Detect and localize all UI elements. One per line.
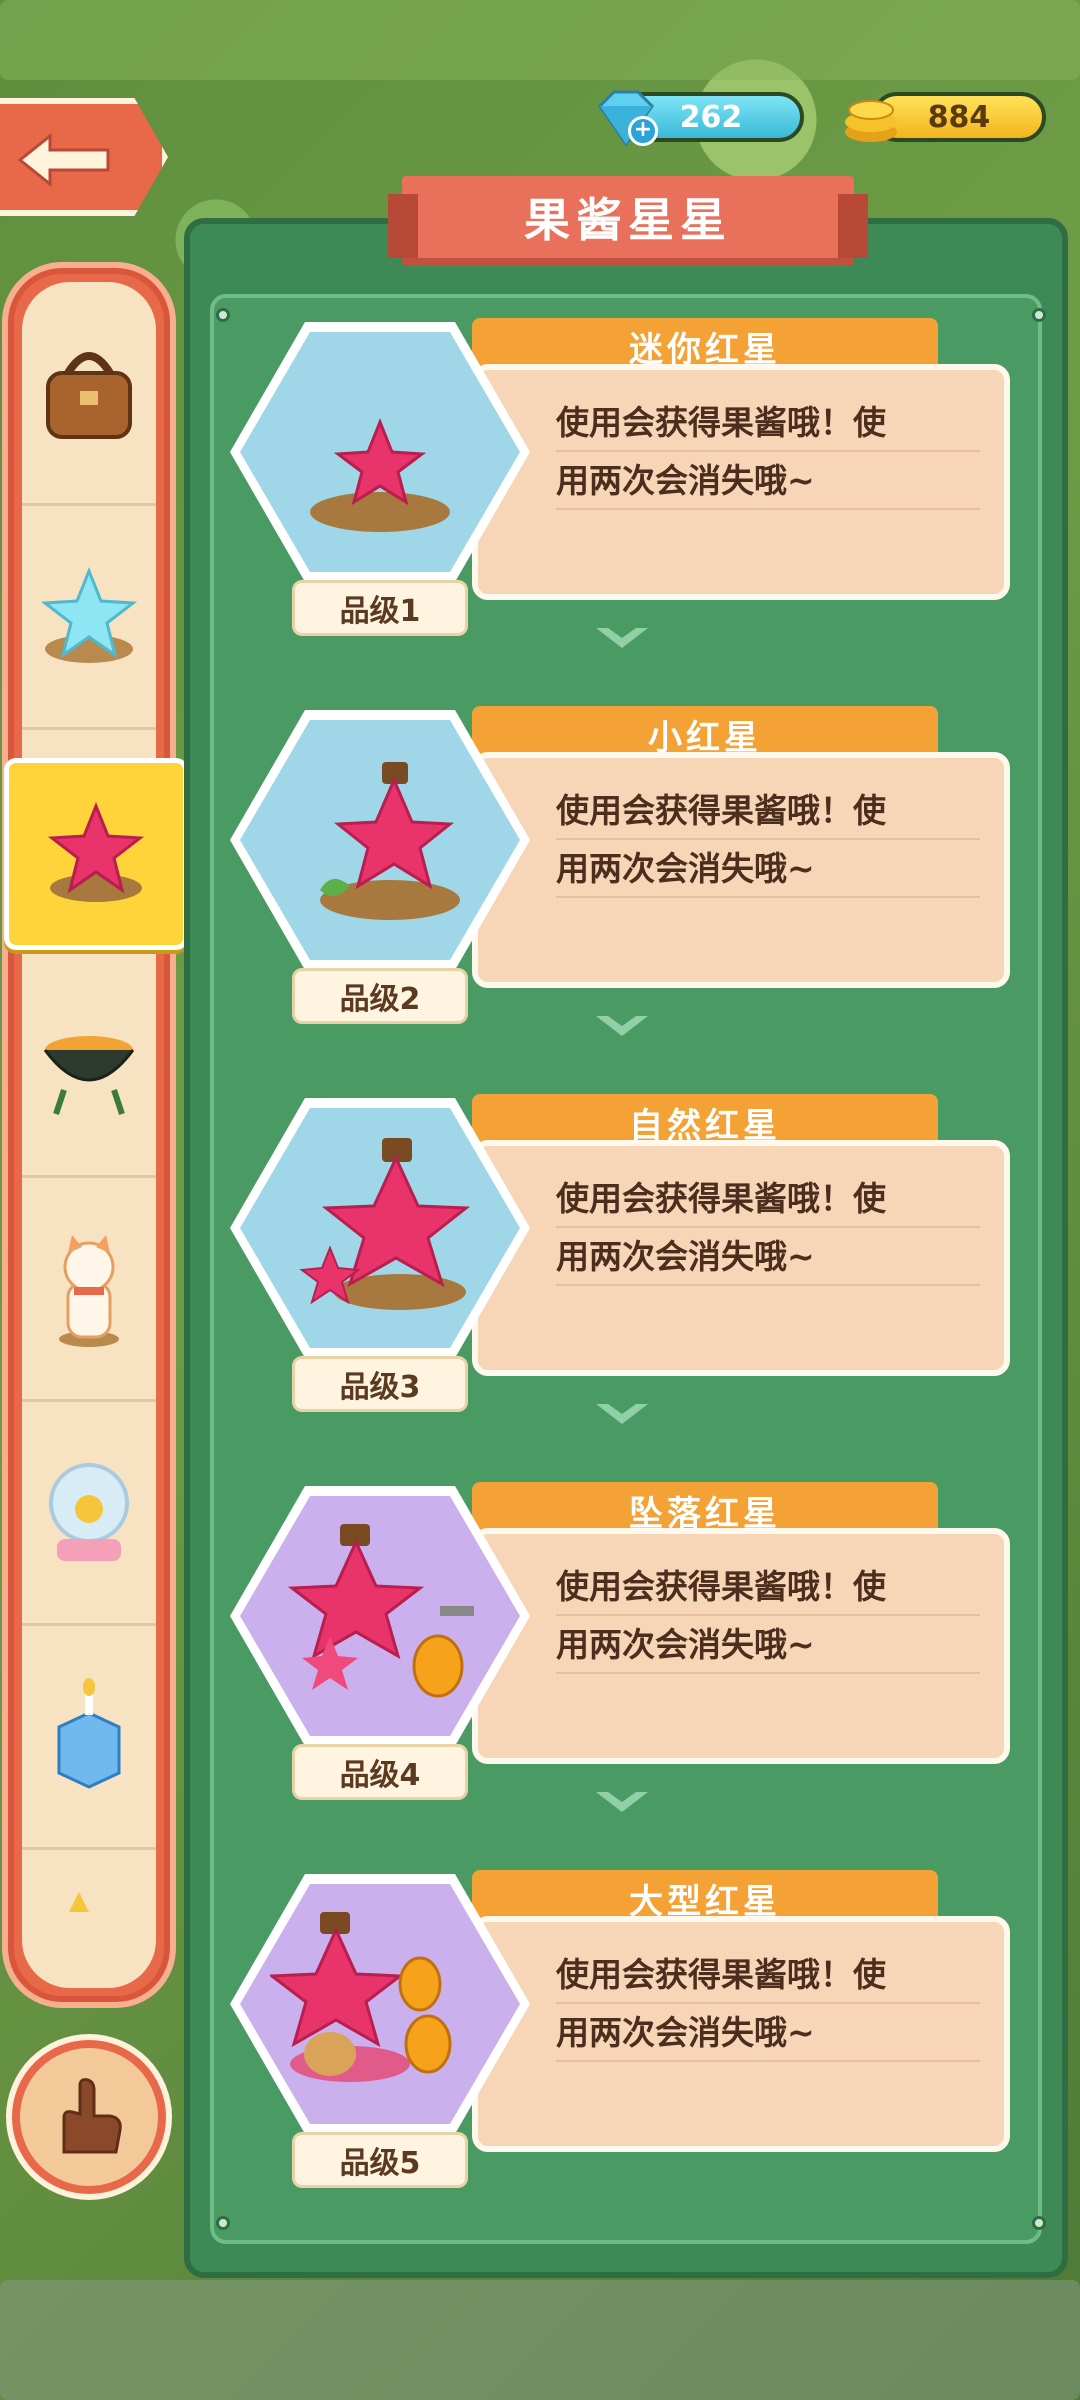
sidebar-item-bag[interactable] [22,282,156,506]
item-description: 使用会获得果酱哦！使 用两次会消失哦~ [472,752,1010,988]
page-title: 果酱星星 [388,176,868,258]
sidebar-item-partial[interactable] [22,1850,156,1988]
sidebar-item-blue-star[interactable] [22,506,156,730]
desc-line: 用两次会消失哦~ [556,849,815,888]
desc-line: 使用会获得果酱哦！使 [556,1179,886,1218]
cat-figure-icon [59,1234,119,1347]
partial-item-icon [69,1892,89,1912]
sidebar-list[interactable] [22,282,156,1988]
large-red-star-icon [270,1912,452,2082]
background-tile [0,0,1080,80]
item-description: 使用会获得果酱哦！使 用两次会消失哦~ [472,1140,1010,1376]
red-star-icon [47,801,145,902]
desc-line: 用两次会消失哦~ [556,2013,815,2052]
add-gems-button[interactable]: + [628,116,658,146]
snow-globe-icon [49,1462,129,1561]
chevron-down-icon [596,1404,648,1424]
arrow-left-icon [17,132,110,188]
bag-icon [46,351,132,439]
natural-red-star-icon [299,1138,471,1310]
falling-red-star-icon [287,1524,474,1698]
back-button[interactable] [0,98,168,216]
coin-stack-icon [845,100,897,142]
background-tile [0,2280,1080,2400]
level-badge: 品级1 [292,580,468,636]
panel-rivet [1032,308,1046,322]
item-card[interactable]: 大型红星 使用会获得果酱哦！使 用两次会消失哦~ 品级5 [222,1870,1012,2188]
sidebar-item-snow-globe[interactable] [22,1402,156,1626]
chevron-down-icon [596,1016,648,1036]
grill-icon [43,1035,135,1115]
level-badge: 品级5 [292,2132,468,2188]
small-red-star-icon [320,762,460,920]
level-badge: 品级4 [292,1744,468,1800]
item-card[interactable]: 自然红星 使用会获得果酱哦！使 用两次会消失哦~ 品级3 [222,1094,1012,1412]
item-card[interactable]: 坠落红星 使用会获得果酱哦！使 用两次会消失哦~ 品级4 [222,1482,1012,1800]
sidebar-item-grill[interactable] [22,954,156,1178]
desc-line: 使用会获得果酱哦！使 [556,791,886,830]
chevron-down-icon [596,1792,648,1812]
desc-line: 使用会获得果酱哦！使 [556,403,886,442]
category-sidebar [2,262,176,2008]
chevron-down-icon [596,628,648,648]
sidebar-item-cat[interactable] [22,1178,156,1402]
sidebar-item-red-star[interactable] [4,758,188,950]
desc-line: 使用会获得果酱哦！使 [556,1955,886,1994]
desc-line: 使用会获得果酱哦！使 [556,1567,886,1606]
panel-rivet [1032,2216,1046,2230]
blue-star-icon [40,566,138,663]
panel-rivet [216,2216,230,2230]
hand-pointer-button[interactable] [12,2040,166,2194]
sidebar-item-ice-cube[interactable] [22,1626,156,1850]
level-badge: 品级3 [292,1356,468,1412]
item-card[interactable]: 迷你红星 使用会获得果酱哦！使 用两次会消失哦~ 品级1 [222,318,1012,636]
desc-line: 用两次会消失哦~ [556,1237,815,1276]
hand-pointer-icon [62,2078,122,2154]
desc-line: 用两次会消失哦~ [556,1625,815,1664]
item-card[interactable]: 小红星 使用会获得果酱哦！使 用两次会消失哦~ 品级2 [222,706,1012,1024]
item-description: 使用会获得果酱哦！使 用两次会消失哦~ [472,1916,1010,2152]
coin-count: 884 [927,99,991,135]
item-description: 使用会获得果酱哦！使 用两次会消失哦~ [472,364,1010,600]
mini-red-star-icon [310,417,450,532]
ice-cube-candle-icon [57,1677,121,1789]
level-badge: 品级2 [292,968,468,1024]
item-description: 使用会获得果酱哦！使 用两次会消失哦~ [472,1528,1010,1764]
gem-count: 262 [679,99,743,135]
desc-line: 用两次会消失哦~ [556,461,815,500]
